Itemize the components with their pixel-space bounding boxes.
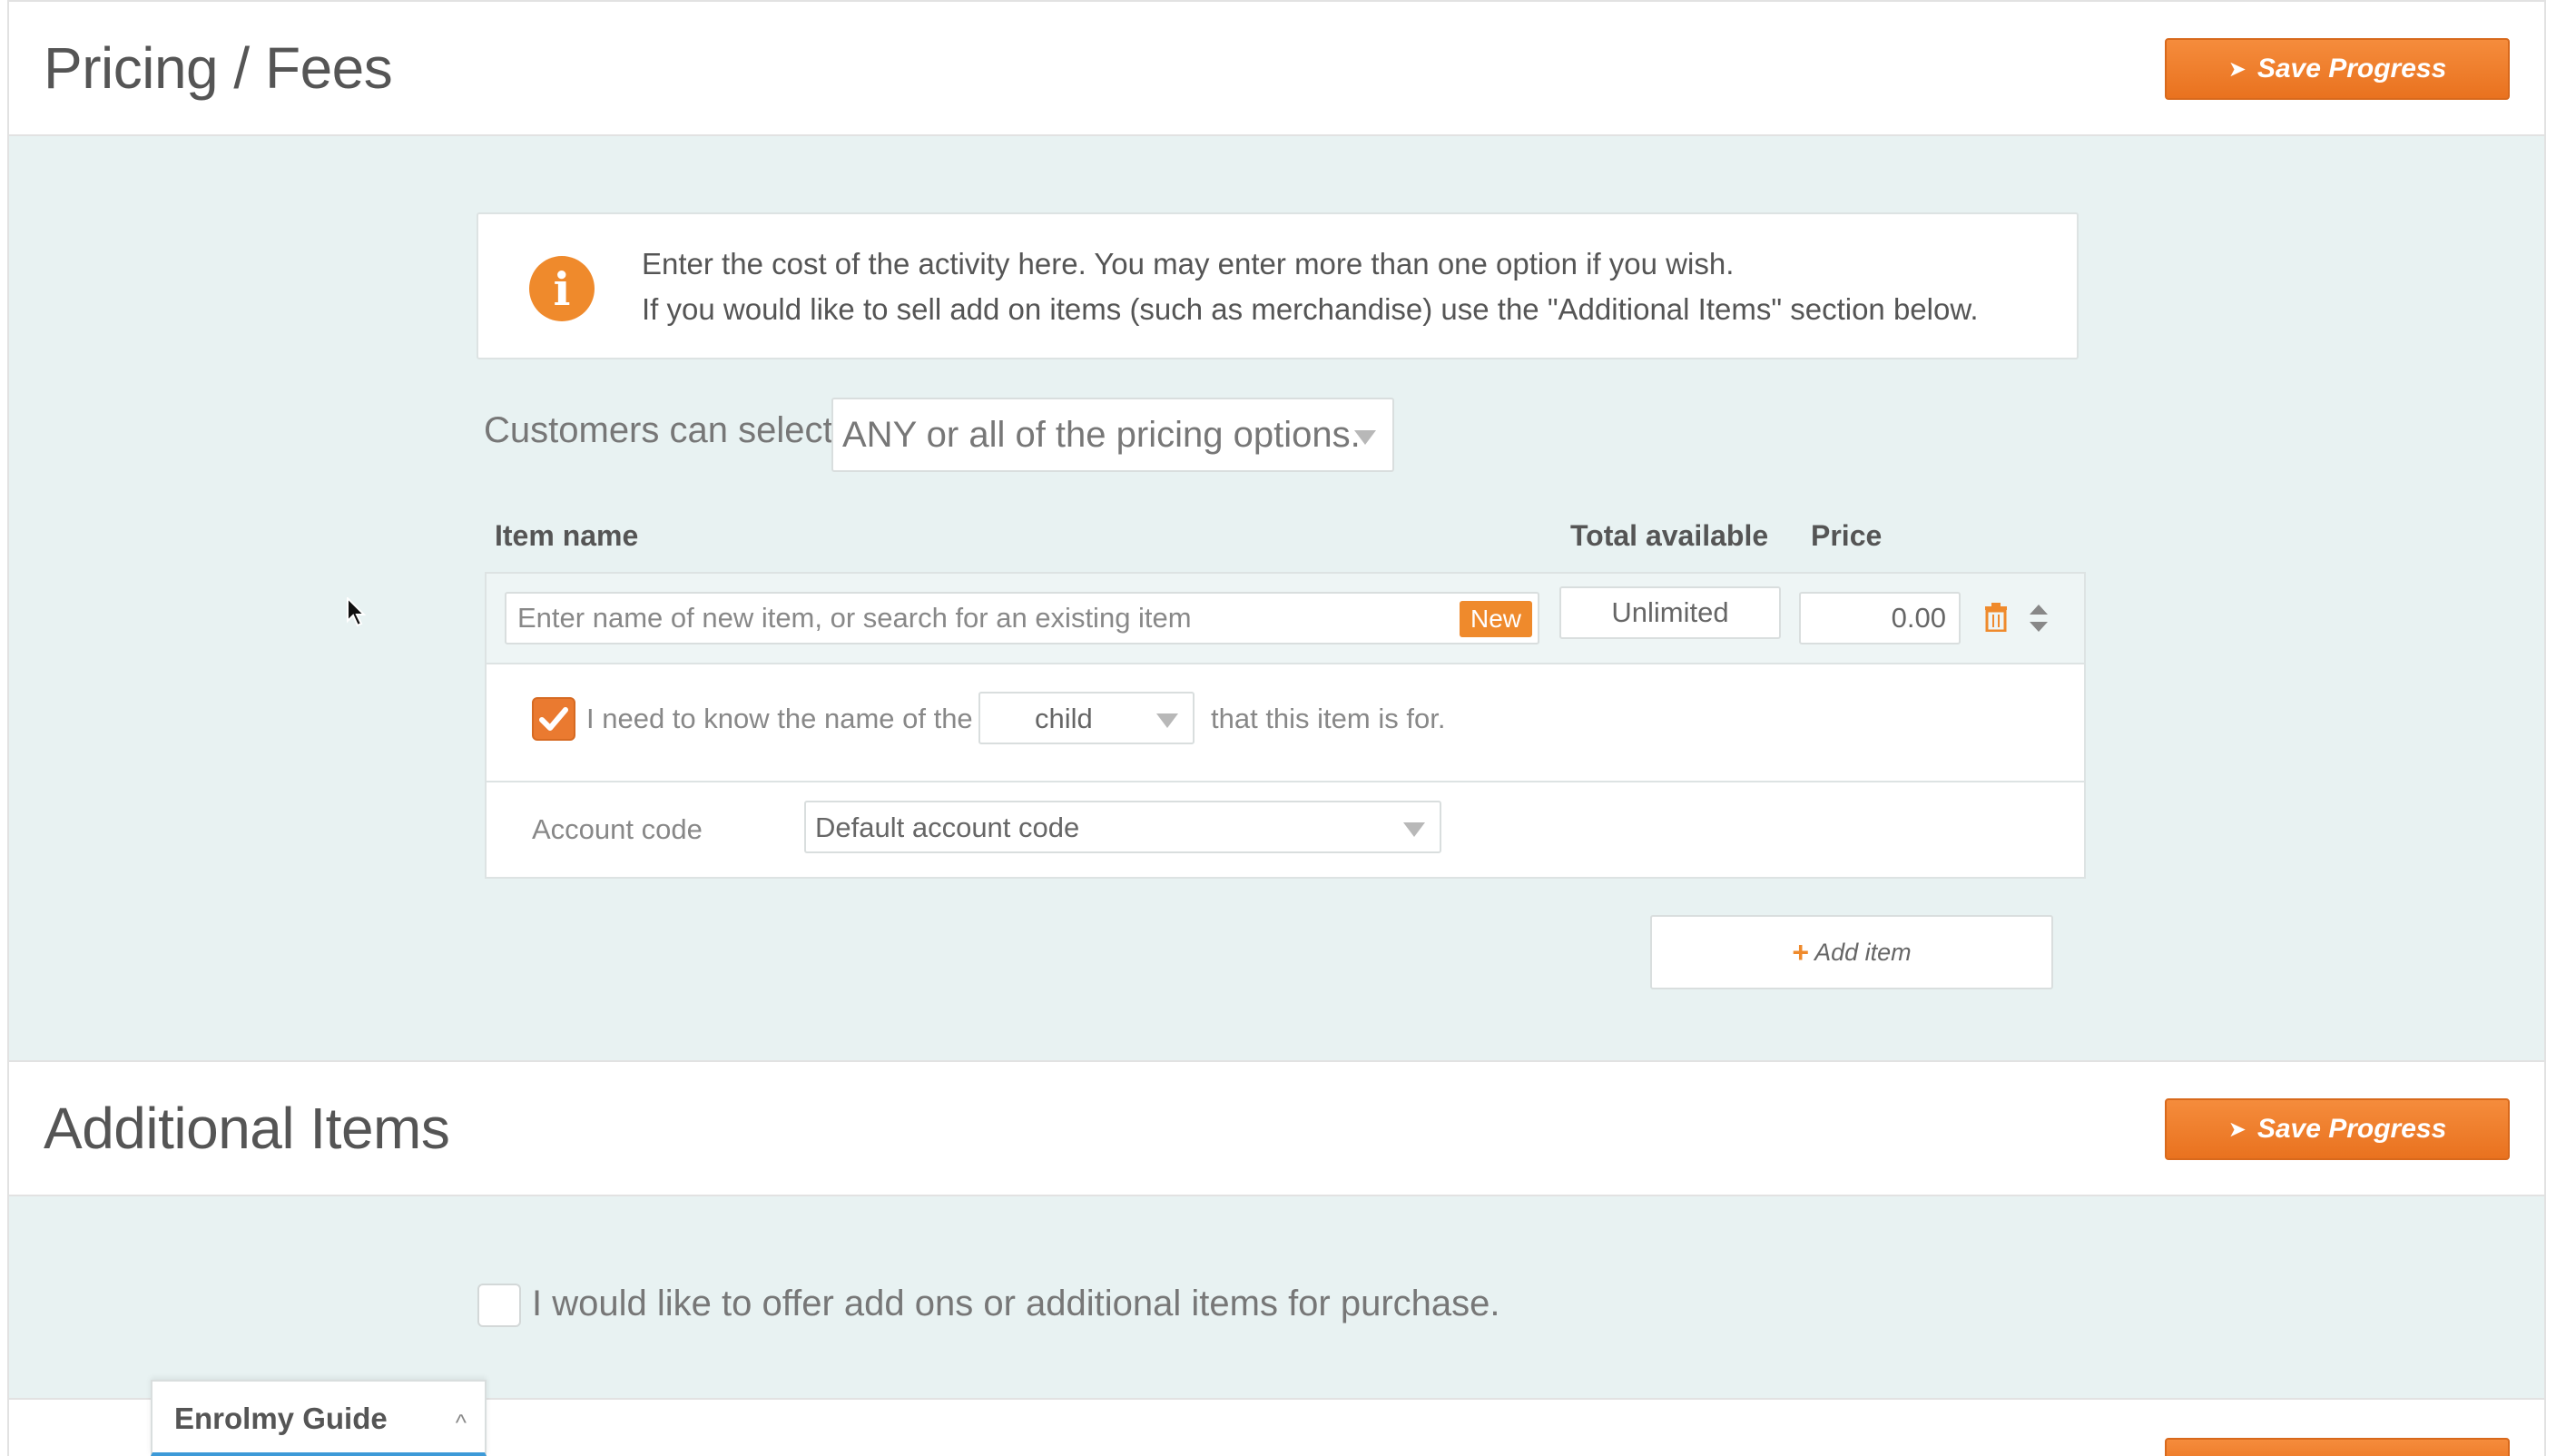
column-item-name: Item name bbox=[495, 519, 639, 552]
customers-can-select-label: Customers can select bbox=[484, 410, 833, 450]
info-icon: i bbox=[529, 256, 595, 321]
chevron-down-icon bbox=[1156, 713, 1178, 728]
additional-items-title: Additional Items bbox=[44, 1096, 450, 1161]
save-progress-button[interactable]: ➤ Save Progress bbox=[2165, 38, 2510, 100]
page: Pricing / Fees ➤ Save Progress i Enter t… bbox=[7, 0, 2546, 1456]
need-name-prefix: I need to know the name of the bbox=[586, 703, 973, 734]
price-input[interactable]: 0.00 bbox=[1799, 592, 1961, 644]
total-available-input[interactable]: Unlimited bbox=[1559, 586, 1781, 639]
save-progress-label: Save Progress bbox=[2256, 54, 2447, 84]
additional-items-header: Additional Items ➤ Save Progress bbox=[9, 1060, 2544, 1196]
info-box: i Enter the cost of the activity here. Y… bbox=[477, 212, 2079, 359]
account-code-select[interactable]: Default account code bbox=[804, 801, 1441, 853]
pricing-title: Pricing / Fees bbox=[44, 35, 393, 101]
new-badge: New bbox=[1459, 601, 1532, 637]
guide-title: Enrolmy Guide bbox=[174, 1402, 388, 1435]
chevron-down-icon bbox=[1354, 430, 1376, 445]
save-progress-button[interactable]: ➤ Save Progress bbox=[2165, 1098, 2510, 1160]
enrolmy-guide-widget[interactable]: Enrolmy Guide ^ bbox=[151, 1380, 487, 1456]
need-name-checkbox[interactable] bbox=[532, 697, 575, 741]
column-price: Price bbox=[1811, 519, 1883, 552]
info-line-1: Enter the cost of the activity here. You… bbox=[642, 247, 1735, 280]
add-item-button[interactable]: + Add item bbox=[1650, 915, 2053, 989]
item-name-input[interactable]: Enter name of new item, or search for an… bbox=[505, 592, 1539, 644]
divider bbox=[487, 781, 2084, 782]
checkmark-icon bbox=[539, 707, 568, 731]
arrow-right-icon: ➤ bbox=[2227, 56, 2247, 82]
account-code-value: Default account code bbox=[815, 812, 1080, 843]
chevron-up-icon: ^ bbox=[455, 1409, 467, 1436]
reorder-icon[interactable] bbox=[2030, 605, 2048, 632]
save-progress-label: Save Progress bbox=[2256, 1114, 2447, 1144]
pricing-options-select[interactable]: ANY or all of the pricing options. bbox=[831, 398, 1394, 472]
column-total-available: Total available bbox=[1570, 519, 1769, 552]
item-name-placeholder: Enter name of new item, or search for an… bbox=[517, 602, 1192, 634]
account-code-label: Account code bbox=[532, 813, 703, 845]
save-progress-button-partial[interactable] bbox=[2165, 1438, 2510, 1456]
arrow-right-icon: ➤ bbox=[2227, 1117, 2247, 1142]
pricing-options-value: ANY or all of the pricing options. bbox=[842, 415, 1361, 455]
info-text: Enter the cost of the activity here. You… bbox=[642, 241, 1979, 332]
chevron-down-icon bbox=[1403, 822, 1425, 837]
offer-addons-label: I would like to offer add ons or additio… bbox=[532, 1284, 1500, 1323]
plus-icon: + bbox=[1792, 935, 1810, 969]
need-name-suffix: that this item is for. bbox=[1211, 703, 1446, 734]
participant-type-value: child bbox=[1035, 703, 1093, 734]
info-line-2: If you would like to sell add on items (… bbox=[642, 292, 1979, 326]
offer-addons-checkbox[interactable] bbox=[477, 1284, 521, 1327]
mouse-cursor-icon bbox=[347, 597, 367, 627]
pricing-item: Enter name of new item, or search for an… bbox=[485, 572, 2086, 879]
participant-type-select[interactable]: child bbox=[978, 692, 1195, 744]
pricing-header: Pricing / Fees ➤ Save Progress bbox=[9, 0, 2544, 136]
item-row: Enter name of new item, or search for an… bbox=[487, 574, 2084, 664]
add-item-label: Add item bbox=[1814, 938, 1912, 966]
trash-icon[interactable] bbox=[1984, 603, 2008, 632]
